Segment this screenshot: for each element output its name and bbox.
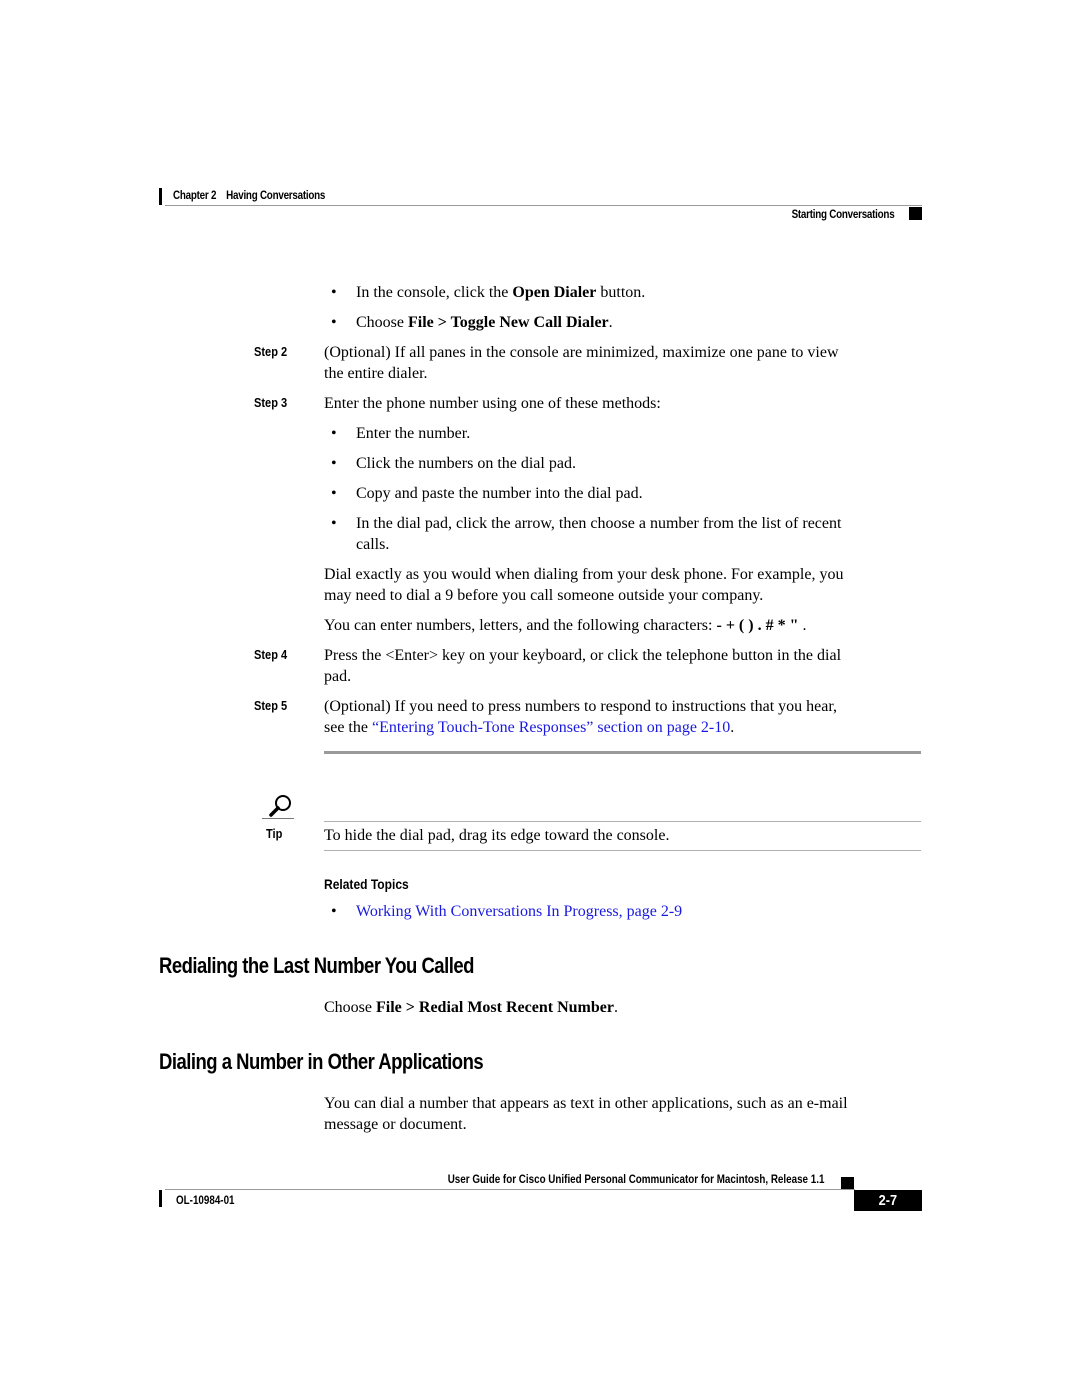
related-topic-link[interactable]: Working With Conversations In Progress, … — [356, 903, 682, 920]
bullet-icon: • — [331, 284, 337, 301]
list-item: • Choose File > Toggle New Call Dialer. — [331, 314, 613, 331]
menu-path: File > Redial Most Recent Number — [376, 999, 614, 1016]
chapter-number: Chapter 2 — [173, 188, 217, 202]
list-item: • Click the numbers on the dial pad. — [331, 455, 576, 472]
tip-label: Tip — [266, 826, 283, 841]
section-heading: Dialing a Number in Other Applications — [159, 1049, 484, 1074]
tip-top-rule — [324, 821, 921, 822]
tip-icon-underline — [262, 818, 294, 819]
menu-path: File > Toggle New Call Dialer — [408, 314, 609, 331]
list-item: • In the dial pad, click the arrow, then… — [331, 515, 842, 553]
header-chapter: Chapter 2 Having Conversations — [173, 188, 325, 202]
section-body: You can dial a number that appears as te… — [324, 1095, 848, 1133]
list-item: • Copy and paste the number into the dia… — [331, 485, 643, 502]
bullet-icon: • — [331, 425, 337, 442]
procedure-end-rule — [324, 751, 921, 754]
ui-term: Open Dialer — [512, 284, 597, 301]
section-heading: Redialing the Last Number You Called — [159, 953, 474, 978]
tip-bottom-rule — [324, 850, 921, 851]
page-number-badge: 2-7 — [854, 1190, 922, 1211]
note-paragraph: Dial exactly as you would when dialing f… — [324, 566, 844, 604]
footer-guide-title: User Guide for Cisco Unified Personal Co… — [447, 1172, 824, 1186]
step-text: Enter the phone number using one of thes… — [324, 395, 661, 412]
bullet-icon: • — [331, 903, 337, 920]
header-square — [909, 207, 922, 220]
cross-reference-link[interactable]: “Entering Touch-Tone Responses” section … — [372, 719, 730, 736]
step-label: Step 2 — [254, 344, 288, 359]
special-characters: - + ( ) . # * " — [716, 617, 799, 634]
step-text: Press the <Enter> key on your keyboard, … — [324, 647, 842, 685]
magnifier-icon — [266, 793, 294, 819]
list-item: • In the console, click the Open Dialer … — [331, 284, 646, 301]
chapter-title: Having Conversations — [226, 188, 326, 202]
bullet-icon: • — [331, 515, 337, 532]
tip-text: To hide the dial pad, drag its edge towa… — [324, 827, 670, 844]
page-number: 2-7 — [878, 1192, 898, 1209]
footer-bar — [159, 1190, 162, 1207]
step-text: (Optional) If all panes in the console a… — [324, 344, 839, 382]
step-label: Step 3 — [254, 395, 288, 410]
section-body: Choose File > Redial Most Recent Number. — [324, 999, 618, 1016]
step-text: (Optional) If you need to press numbers … — [324, 698, 838, 736]
bullet-icon: • — [331, 314, 337, 331]
note-paragraph: You can enter numbers, letters, and the … — [324, 617, 807, 634]
step-label: Step 5 — [254, 698, 288, 713]
list-item: • Enter the number. — [331, 425, 471, 442]
header-rule — [165, 205, 922, 206]
bullet-icon: • — [331, 455, 337, 472]
bullet-icon: • — [331, 485, 337, 502]
header-section: Starting Conversations — [791, 207, 894, 221]
footer-rule — [165, 1189, 855, 1190]
related-topics-heading: Related Topics — [324, 876, 409, 892]
footer-doc-number: OL-10984-01 — [176, 1193, 235, 1207]
step-label: Step 4 — [254, 647, 288, 662]
list-item: • Working With Conversations In Progress… — [331, 901, 682, 922]
header-bar — [159, 188, 162, 205]
